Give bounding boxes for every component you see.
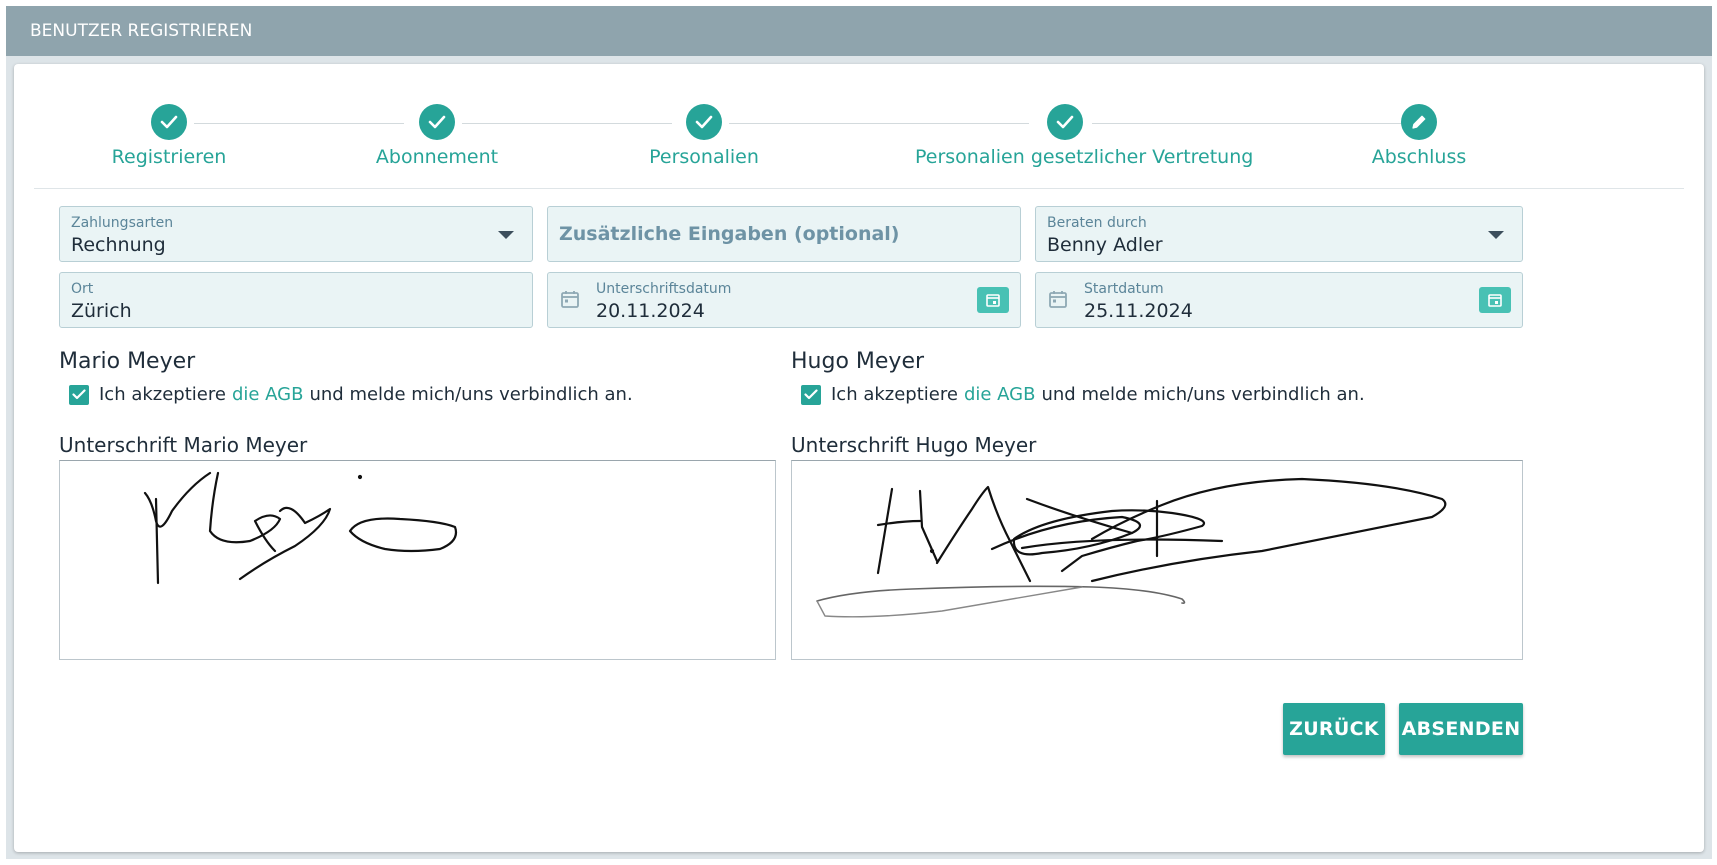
- field-value: Benny Adler: [1047, 234, 1163, 256]
- check-icon: [419, 104, 455, 140]
- signature-pad-hugo[interactable]: [791, 460, 1523, 660]
- step-label: Abschluss: [1371, 146, 1467, 168]
- field-label: Beraten durch: [1047, 215, 1147, 231]
- field-label: Zahlungsarten: [71, 215, 174, 231]
- signature-drawing: [143, 471, 458, 585]
- stepper-divider: [34, 188, 1684, 189]
- field-value: Zürich: [71, 300, 132, 322]
- zahlungsarten-select[interactable]: Zahlungsarten Rechnung: [59, 206, 533, 262]
- window-title: BENUTZER REGISTRIEREN: [6, 6, 1712, 56]
- agb-row-mario: Ich akzeptiere die AGB und melde mich/un…: [69, 384, 633, 405]
- check-icon: [1047, 104, 1083, 140]
- field-value: 25.11.2024: [1084, 300, 1193, 322]
- submit-button[interactable]: ABSENDEN: [1399, 703, 1523, 755]
- signature-pad-mario[interactable]: [59, 460, 776, 660]
- agb-text: und melde mich/uns verbindlich an.: [309, 384, 633, 405]
- signature-label: Unterschrift Mario Meyer: [59, 433, 308, 457]
- step-registrieren[interactable]: Registrieren: [19, 104, 319, 168]
- check-icon: [686, 104, 722, 140]
- field-label: Ort: [71, 281, 94, 297]
- beraten-select[interactable]: Beraten durch Benny Adler: [1035, 206, 1523, 262]
- field-label: Unterschriftsdatum: [596, 281, 732, 297]
- step-personalien[interactable]: Personalien: [554, 104, 854, 168]
- calendar-icon: [986, 294, 1000, 307]
- agb-link[interactable]: die AGB: [232, 384, 304, 405]
- person-name-hugo: Hugo Meyer: [791, 349, 925, 374]
- step-abonnement[interactable]: Abonnement: [287, 104, 587, 168]
- calendar-icon: [1048, 289, 1068, 313]
- date-picker-button[interactable]: [977, 287, 1009, 313]
- calendar-icon: [560, 289, 580, 313]
- agb-text: und melde mich/uns verbindlich an.: [1041, 384, 1365, 405]
- step-personalien-vertretung[interactable]: Personalien gesetzlicher Vertretung: [915, 104, 1254, 168]
- signature-label: Unterschrift Hugo Meyer: [791, 433, 1037, 457]
- registration-card: Registrieren Abonnement Personalien Pers…: [14, 64, 1704, 852]
- signature-drawing: [816, 477, 1447, 618]
- back-button[interactable]: ZURÜCK: [1283, 703, 1385, 755]
- caret-down-icon[interactable]: [498, 231, 514, 239]
- field-label: Startdatum: [1084, 281, 1164, 297]
- step-label: Personalien: [649, 146, 759, 168]
- calendar-icon: [1488, 294, 1502, 307]
- agb-text: Ich akzeptiere: [99, 384, 226, 405]
- check-icon: [151, 104, 187, 140]
- agb-checkbox[interactable]: [69, 384, 89, 405]
- step-label: Registrieren: [111, 146, 227, 168]
- pencil-icon: [1401, 104, 1437, 140]
- field-value: Rechnung: [71, 234, 166, 256]
- unterschriftsdatum-input[interactable]: Unterschriftsdatum 20.11.2024: [547, 272, 1021, 328]
- caret-down-icon[interactable]: [1488, 231, 1504, 239]
- agb-checkbox[interactable]: [801, 384, 821, 405]
- ort-input[interactable]: Ort Zürich: [59, 272, 533, 328]
- agb-text: Ich akzeptiere: [831, 384, 958, 405]
- registration-window: BENUTZER REGISTRIEREN Registrieren Abonn…: [6, 6, 1712, 859]
- field-placeholder: Zusätzliche Eingaben (optional): [559, 223, 900, 245]
- agb-link[interactable]: die AGB: [964, 384, 1036, 405]
- field-value: 20.11.2024: [596, 300, 705, 322]
- date-picker-button[interactable]: [1479, 287, 1511, 313]
- step-abschluss[interactable]: Abschluss: [1269, 104, 1569, 168]
- step-label: Abonnement: [375, 146, 499, 168]
- agb-row-hugo: Ich akzeptiere die AGB und melde mich/un…: [801, 384, 1365, 405]
- startdatum-input[interactable]: Startdatum 25.11.2024: [1035, 272, 1523, 328]
- zusatz-input[interactable]: Zusätzliche Eingaben (optional): [547, 206, 1021, 262]
- step-label: Personalien gesetzlicher Vertretung: [915, 146, 1254, 168]
- person-name-mario: Mario Meyer: [59, 349, 196, 374]
